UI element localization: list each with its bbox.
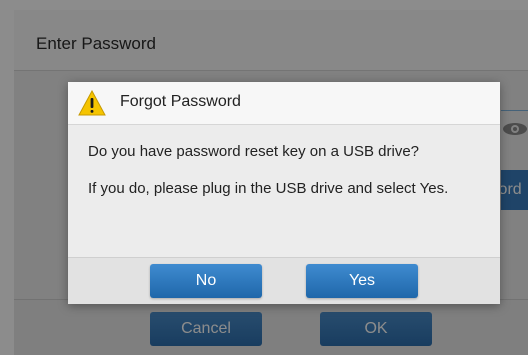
yes-button[interactable]: Yes: [306, 264, 418, 298]
no-button[interactable]: No: [150, 264, 262, 298]
dialog-message-line2: If you do, please plug in the USB drive …: [88, 180, 449, 197]
forgot-password-header: Forgot Password: [68, 82, 500, 125]
dialog-title: Forgot Password: [120, 93, 241, 110]
dialog-message-line1: Do you have password reset key on a USB …: [88, 143, 420, 160]
warning-icon: [78, 90, 106, 116]
dialog-footer: No Yes: [68, 257, 500, 304]
forgot-password-dialog: Forgot Password Do you have password res…: [68, 82, 500, 304]
